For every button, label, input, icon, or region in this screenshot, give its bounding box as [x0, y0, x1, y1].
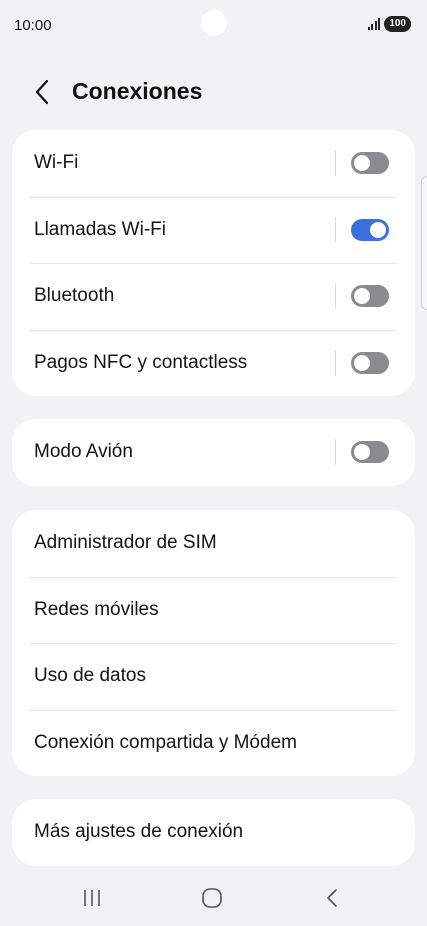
bluetooth-toggle[interactable]	[351, 285, 389, 308]
navigation-bar	[0, 866, 427, 926]
row-divider	[335, 216, 336, 243]
app-header: Conexiones	[0, 68, 427, 116]
wifi-row[interactable]: Wi-Fi	[12, 130, 415, 197]
status-time: 10:00	[14, 17, 52, 34]
page-title: Conexiones	[72, 78, 203, 104]
sim-manager-label: Administrador de SIM	[34, 532, 217, 554]
bluetooth-row[interactable]: Bluetooth	[12, 263, 415, 330]
edge-panel-handle[interactable]	[421, 176, 427, 310]
more-connection-settings-row[interactable]: Más ajustes de conexión	[12, 799, 415, 866]
more-connection-settings-label: Más ajustes de conexión	[34, 821, 244, 843]
row-divider	[335, 283, 336, 310]
mobile-group: Administrador de SIM Redes móviles Uso d…	[12, 510, 415, 776]
row-divider	[335, 439, 336, 466]
data-usage-label: Uso de datos	[34, 665, 146, 687]
row-divider	[335, 349, 336, 376]
bluetooth-label: Bluetooth	[34, 285, 115, 307]
wifi-toggle[interactable]	[351, 152, 389, 175]
airplane-mode-row[interactable]: Modo Avión	[12, 419, 415, 486]
nfc-row[interactable]: Pagos NFC y contactless	[12, 329, 415, 397]
more-settings-group: Más ajustes de conexión	[12, 799, 415, 866]
mobile-networks-row[interactable]: Redes móviles	[12, 576, 415, 644]
airplane-group: Modo Avión	[12, 419, 415, 486]
wifi-calling-toggle[interactable]	[351, 218, 389, 241]
recent-apps-button[interactable]	[72, 884, 112, 912]
wifi-label: Wi-Fi	[34, 152, 79, 174]
recent-apps-icon	[84, 890, 100, 906]
signal-icon	[367, 18, 381, 30]
row-divider	[335, 150, 336, 177]
wifi-calling-row[interactable]: Llamadas Wi-Fi	[12, 196, 415, 264]
hotspot-tethering-row[interactable]: Conexión compartida y Módem	[12, 709, 415, 777]
data-usage-row[interactable]: Uso de datos	[12, 643, 415, 710]
home-button[interactable]	[192, 884, 232, 912]
camera-cutout	[201, 10, 227, 36]
status-bar: 10:00 100	[0, 0, 427, 52]
nfc-label: Pagos NFC y contactless	[34, 351, 248, 373]
airplane-mode-label: Modo Avión	[34, 441, 133, 463]
battery-icon: 100	[384, 16, 411, 32]
wifi-calling-label: Llamadas Wi-Fi	[34, 218, 166, 240]
mobile-networks-label: Redes móviles	[34, 598, 159, 620]
back-button[interactable]	[28, 76, 56, 108]
back-icon	[327, 889, 337, 907]
connections-group: Wi-Fi Llamadas Wi-Fi Bluetooth Pagos NFC…	[12, 130, 415, 396]
nfc-toggle[interactable]	[351, 351, 389, 374]
status-icons: 100	[367, 16, 411, 32]
nav-back-button[interactable]	[312, 884, 352, 912]
home-icon	[202, 888, 222, 908]
sim-manager-row[interactable]: Administrador de SIM	[12, 510, 415, 577]
chevron-left-icon	[35, 79, 49, 105]
hotspot-tethering-label: Conexión compartida y Módem	[34, 731, 297, 753]
airplane-mode-toggle[interactable]	[351, 441, 389, 464]
